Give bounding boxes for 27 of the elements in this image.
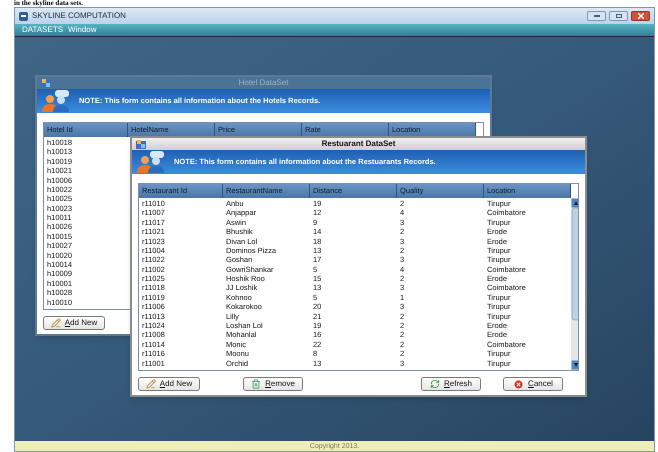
people-icon xyxy=(41,90,71,112)
close-icon xyxy=(638,13,644,19)
window-title: SKYLINE COMPUTATION xyxy=(32,10,126,22)
header-corner xyxy=(476,123,483,137)
menu-item[interactable]: DATASETS xyxy=(22,24,64,36)
pencil-icon xyxy=(146,379,156,389)
app-icon xyxy=(136,140,146,148)
people-icon xyxy=(136,151,166,173)
app-icon xyxy=(41,78,51,88)
cancel-icon xyxy=(513,378,524,390)
scrollbar[interactable] xyxy=(571,198,578,370)
refresh-button[interactable]: Refresh xyxy=(421,377,481,391)
minimize-button[interactable] xyxy=(587,11,606,21)
window-title: Restuarant DataSet xyxy=(322,140,396,148)
bin-icon xyxy=(251,379,262,389)
add-button[interactable]: Add New xyxy=(43,316,105,330)
maximize-button[interactable] xyxy=(609,11,628,21)
app-icon xyxy=(19,12,28,20)
header-corner xyxy=(571,184,578,198)
cancel-button[interactable]: Cancel xyxy=(503,377,563,391)
refresh-icon xyxy=(430,379,440,389)
menu-item[interactable]: Window xyxy=(68,24,96,36)
remove-button[interactable]: Remove xyxy=(243,377,303,391)
close-button[interactable] xyxy=(631,11,650,21)
add-button[interactable]: Add New xyxy=(138,377,200,391)
pencil-icon xyxy=(50,318,61,328)
window-title: Hotel DataSet xyxy=(238,79,288,87)
